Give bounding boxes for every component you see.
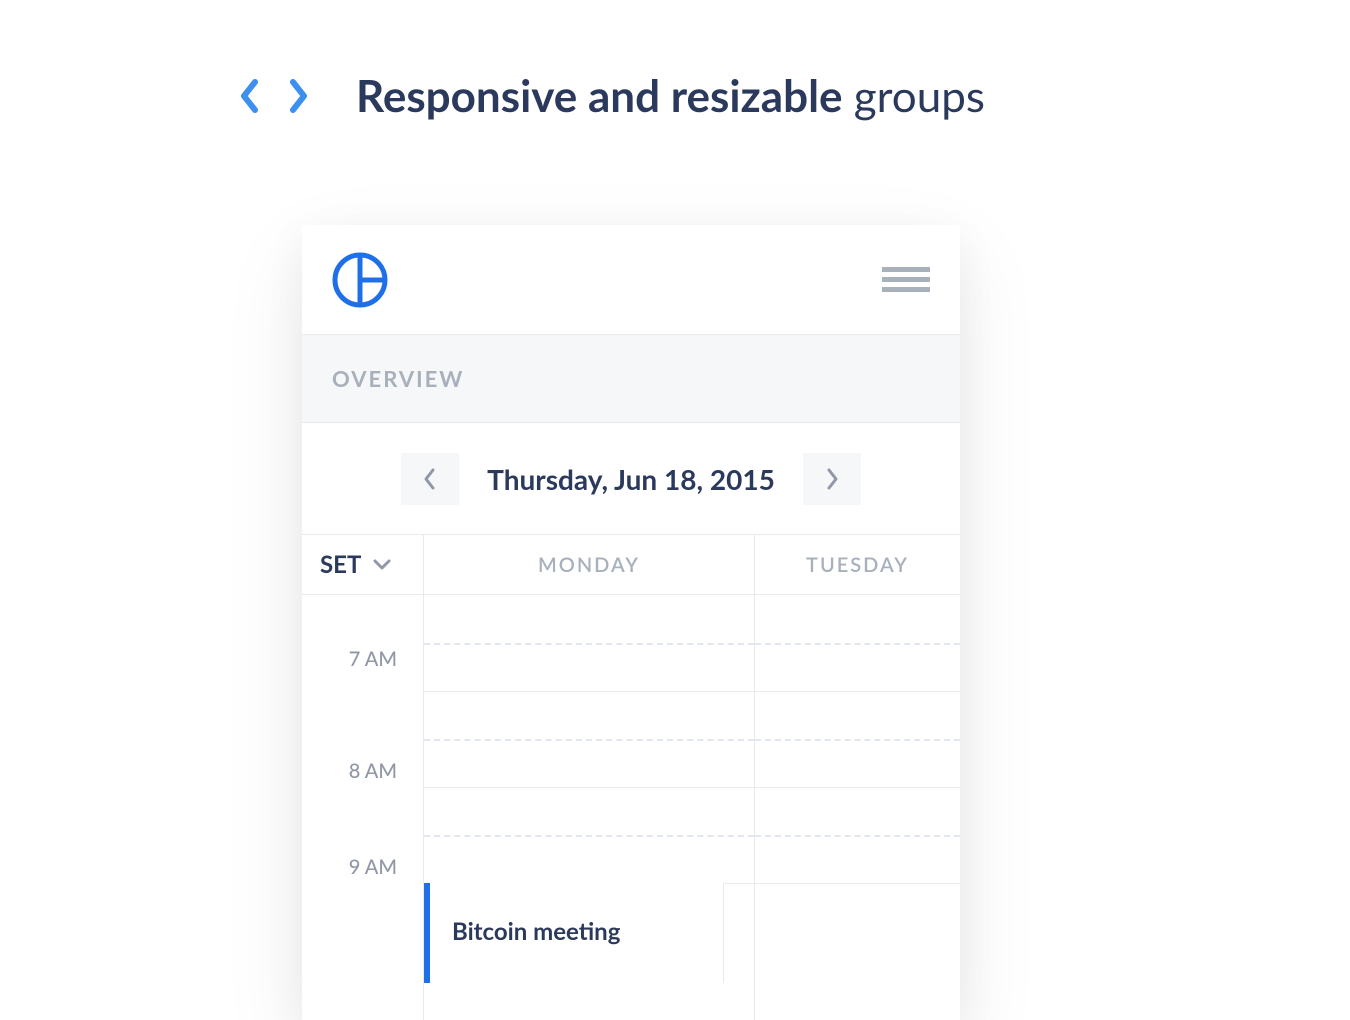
next-chevron-button[interactable] (288, 78, 308, 114)
grid-line (755, 739, 960, 741)
time-label: 8 AM (349, 759, 397, 783)
date-display: Thursday, Jun 18, 2015 (487, 462, 775, 496)
grid-line (755, 787, 960, 788)
date-navigation: Thursday, Jun 18, 2015 (302, 423, 960, 535)
overview-section: OVERVIEW (302, 335, 960, 423)
day-label: TUESDAY (806, 553, 909, 577)
calendar-card: OVERVIEW Thursday, Jun 18, 2015 SET (302, 225, 960, 1020)
grid-line (755, 883, 960, 884)
hamburger-line-icon (882, 287, 930, 292)
card-header (302, 225, 960, 335)
grid-line (755, 835, 960, 837)
grid-line (424, 787, 754, 788)
set-label: SET (320, 550, 361, 579)
hamburger-line-icon (882, 277, 930, 282)
time-slot: 9 AM (302, 819, 423, 915)
day-column-tuesday: TUESDAY (755, 535, 960, 1020)
page-title-light: groups (843, 70, 985, 122)
grid-line (424, 739, 754, 741)
hamburger-line-icon (882, 267, 930, 272)
time-column: SET 7 AM 8 AM 9 AM (302, 535, 424, 1020)
chevron-left-icon (240, 78, 260, 114)
calendar-event[interactable]: Bitcoin meeting (424, 883, 724, 983)
date-next-button[interactable] (803, 453, 861, 505)
time-label: 7 AM (349, 647, 397, 671)
grid-line (755, 643, 960, 645)
time-slot: 8 AM (302, 723, 423, 819)
date-prev-button[interactable] (401, 453, 459, 505)
circle-logo-icon (332, 252, 388, 308)
chevron-down-icon (373, 559, 391, 571)
day-header: TUESDAY (755, 535, 960, 595)
event-title: Bitcoin meeting (452, 917, 701, 946)
day-header: MONDAY (424, 535, 754, 595)
calendar-grid: SET 7 AM 8 AM 9 AM MONDAY (302, 535, 960, 1020)
grid-line (755, 691, 960, 692)
grid-line (424, 835, 754, 837)
day-body[interactable] (755, 595, 960, 1020)
day-column-monday: MONDAY Bitcoin meeting (424, 535, 755, 1020)
hamburger-menu-button[interactable] (882, 262, 930, 297)
page-title: Responsive and resizable groups (356, 70, 985, 122)
app-logo[interactable] (332, 252, 388, 308)
chevron-right-icon (288, 78, 308, 114)
chevron-right-icon (825, 467, 839, 491)
page-title-bold: Responsive and resizable (356, 70, 843, 122)
day-label: MONDAY (538, 553, 640, 577)
grid-line (424, 691, 754, 692)
chevron-left-icon (423, 467, 437, 491)
day-body[interactable]: Bitcoin meeting (424, 595, 754, 1020)
time-label: 9 AM (349, 855, 397, 879)
set-dropdown[interactable]: SET (302, 535, 423, 595)
overview-label: OVERVIEW (332, 365, 930, 392)
prev-chevron-button[interactable] (240, 78, 260, 114)
grid-line (424, 643, 754, 645)
time-slot: 7 AM (302, 595, 423, 723)
